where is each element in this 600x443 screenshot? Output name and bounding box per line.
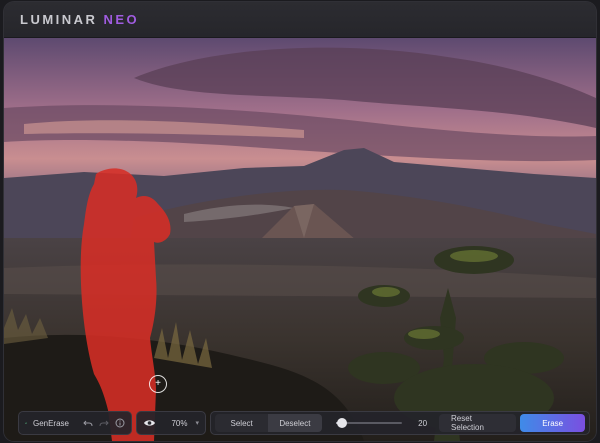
zoom-value: 70%: [171, 418, 188, 428]
info-icon[interactable]: [115, 417, 125, 429]
chevron-down-icon: ▾: [195, 420, 199, 427]
bottom-toolbar: GenErase 70% ▾ Select Deselect 20 Reset …: [18, 411, 590, 435]
image-canvas[interactable]: +: [4, 38, 596, 441]
undo-icon[interactable]: [83, 417, 93, 429]
deselect-button[interactable]: Deselect: [268, 414, 322, 432]
brush-size-value: 20: [418, 418, 428, 428]
slider-thumb[interactable]: [337, 418, 348, 428]
logo-word-luminar: LUMINAR: [20, 12, 98, 27]
generase-icon: [25, 422, 27, 424]
brush-size-slider[interactable]: [335, 414, 403, 432]
select-mode-toggle: Select Deselect: [215, 414, 322, 432]
view-group: 70% ▾: [136, 411, 206, 435]
app-window: LUMINAR NEO + GenErase 70% ▾ Select Dese…: [4, 2, 596, 441]
app-logo: LUMINAR NEO: [20, 12, 139, 27]
logo-word-neo: NEO: [103, 12, 140, 27]
redo-icon[interactable]: [99, 417, 109, 429]
brush-cursor-icon: +: [149, 375, 167, 393]
eye-icon[interactable]: [143, 418, 156, 428]
erase-button[interactable]: Erase: [520, 414, 585, 432]
reset-selection-button[interactable]: Reset Selection: [439, 414, 517, 432]
selection-group: Select Deselect 20 Reset Selection Erase: [210, 411, 590, 435]
title-bar: LUMINAR NEO: [4, 2, 596, 38]
tool-label: GenErase: [32, 418, 69, 428]
tool-group: GenErase: [18, 411, 132, 435]
landscape-photo: [4, 38, 596, 441]
select-button[interactable]: Select: [215, 414, 268, 432]
zoom-dropdown[interactable]: 70% ▾: [171, 419, 199, 428]
